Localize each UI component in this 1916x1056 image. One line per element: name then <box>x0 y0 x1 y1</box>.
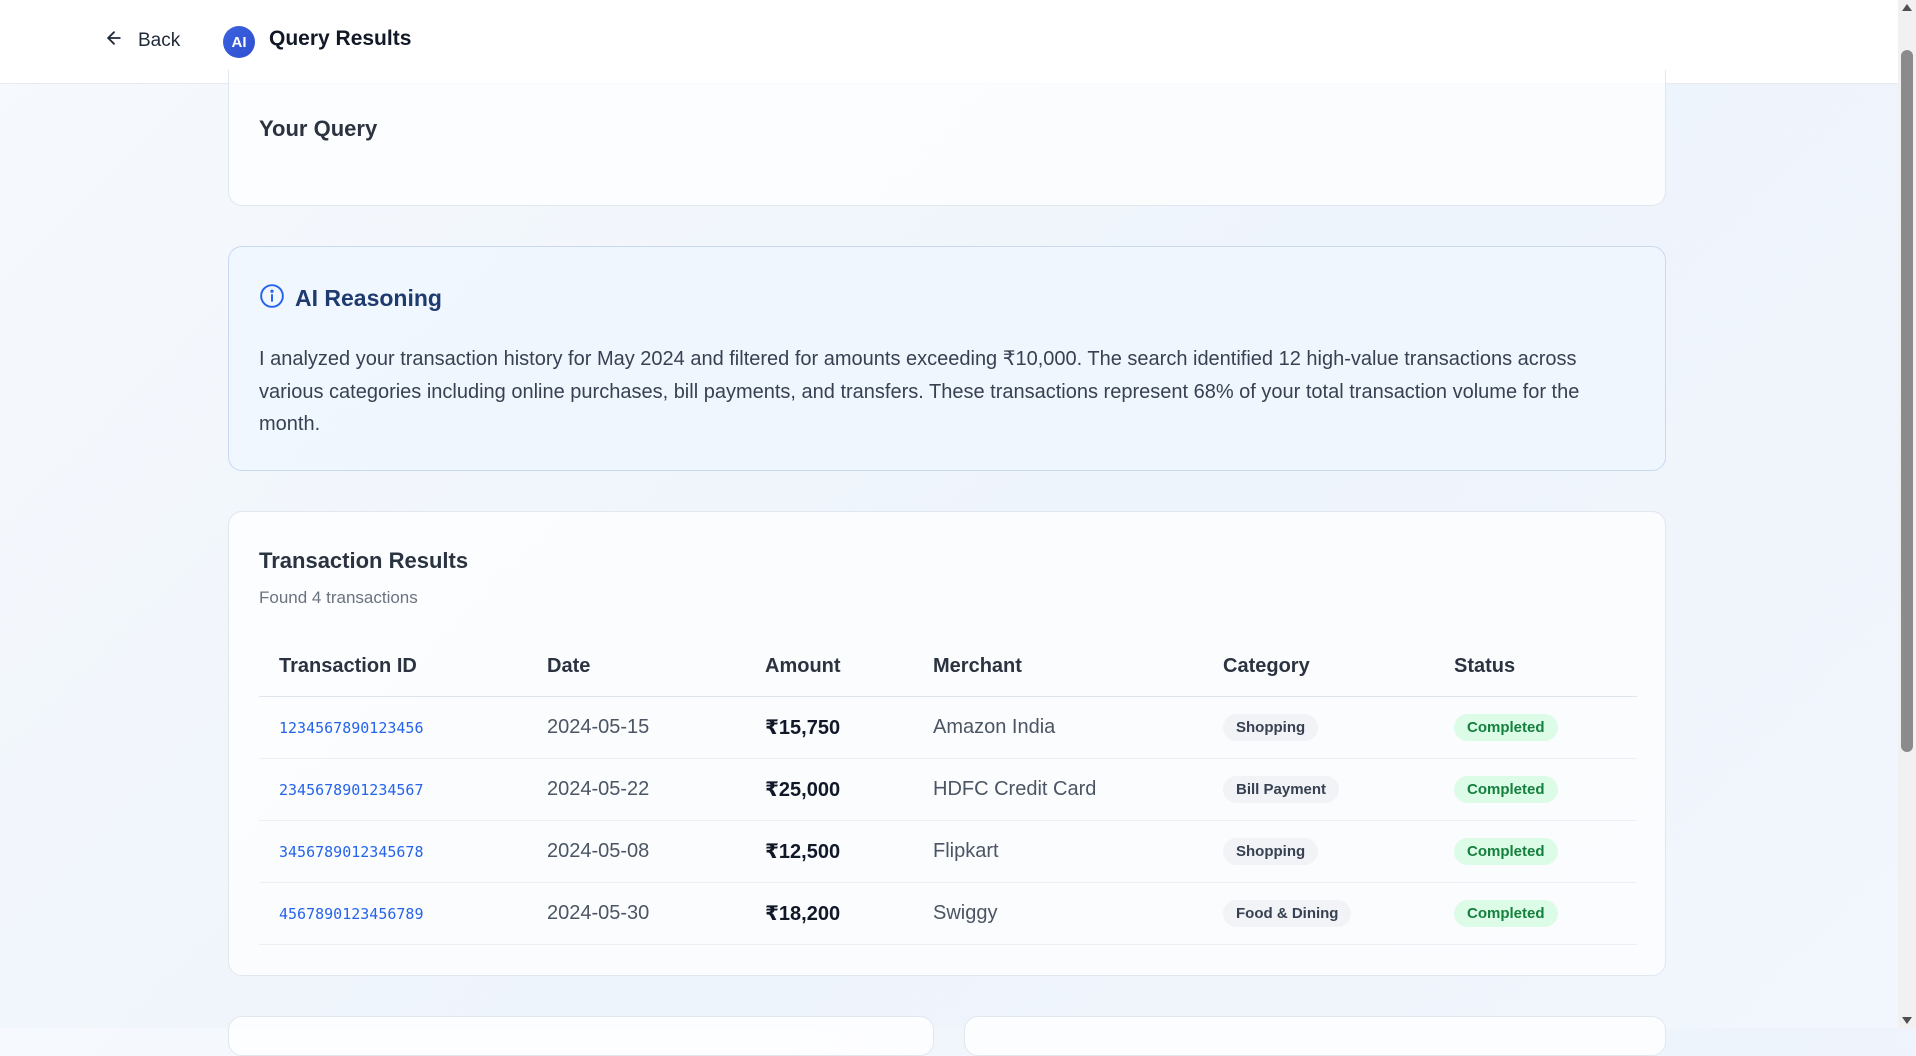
column-header[interactable]: Transaction ID <box>259 636 527 697</box>
transaction-id-link[interactable]: 2345678901234567 <box>259 758 527 821</box>
page-title: Query Results <box>269 27 412 50</box>
status-cell: Completed <box>1434 882 1637 945</box>
table-row[interactable]: 3456789012345678 2024-05-08 ₹12,500 Flip… <box>259 820 1637 883</box>
scroll-up-icon[interactable] <box>1902 4 1912 11</box>
transaction-amount: ₹15,750 <box>745 696 913 759</box>
results-title: Transaction Results <box>259 548 469 573</box>
reasoning-text: I analyzed your transaction history for … <box>259 348 1580 435</box>
column-header[interactable]: Merchant <box>913 636 1203 697</box>
transaction-merchant: Amazon India <box>913 696 1203 759</box>
bottom-card-right <box>964 1016 1666 1056</box>
transaction-amount: ₹12,500 <box>745 820 913 883</box>
scroll-down-icon[interactable] <box>1902 1017 1912 1024</box>
transaction-results-card: Transaction Results Found 4 transactions… <box>228 511 1666 976</box>
category-cell: Shopping <box>1203 696 1434 759</box>
column-header[interactable]: Date <box>527 636 745 697</box>
reasoning-header: AI Reasoning <box>259 283 442 314</box>
column-header[interactable]: Amount <box>745 636 913 697</box>
transaction-date: 2024-05-15 <box>527 696 745 759</box>
table-row[interactable]: 2345678901234567 2024-05-22 ₹25,000 HDFC… <box>259 758 1637 821</box>
transaction-id-link[interactable]: 1234567890123456 <box>259 696 527 759</box>
status-cell: Completed <box>1434 820 1637 883</box>
status-badge: Completed <box>1454 714 1558 741</box>
scroll-thumb[interactable] <box>1901 50 1913 752</box>
query-card: Your Query <box>228 70 1666 206</box>
category-cell: Food & Dining <box>1203 882 1434 945</box>
transaction-date: 2024-05-30 <box>527 882 745 945</box>
query-title: Your Query <box>259 116 378 141</box>
transaction-merchant: Flipkart <box>913 820 1203 883</box>
results-count: Found 4 transactions <box>259 588 418 607</box>
status-cell: Completed <box>1434 696 1637 759</box>
transaction-merchant: Swiggy <box>913 882 1203 945</box>
status-cell: Completed <box>1434 758 1637 821</box>
category-badge: Bill Payment <box>1223 776 1340 803</box>
reasoning-title: AI Reasoning <box>295 285 442 311</box>
table-row[interactable]: 4567890123456789 2024-05-30 ₹18,200 Swig… <box>259 882 1637 945</box>
category-badge: Shopping <box>1223 838 1319 865</box>
status-badge: Completed <box>1454 900 1558 927</box>
category-badge: Shopping <box>1223 714 1319 741</box>
back-button[interactable]: Back <box>104 24 180 58</box>
transaction-id-link[interactable]: 3456789012345678 <box>259 820 527 883</box>
ai-badge: AI <box>223 26 255 58</box>
transaction-date: 2024-05-08 <box>527 820 745 883</box>
column-header[interactable]: Category <box>1203 636 1434 697</box>
transaction-amount: ₹18,200 <box>745 882 913 945</box>
transaction-date: 2024-05-22 <box>527 758 745 821</box>
status-badge: Completed <box>1454 838 1558 865</box>
ai-reasoning-card: AI Reasoning I analyzed your transaction… <box>228 246 1666 471</box>
bottom-card-left <box>228 1016 934 1056</box>
table-row[interactable]: 1234567890123456 2024-05-15 ₹15,750 Amaz… <box>259 696 1637 759</box>
category-cell: Shopping <box>1203 820 1434 883</box>
back-label: Back <box>138 30 181 51</box>
category-badge: Food & Dining <box>1223 900 1352 927</box>
transaction-id-link[interactable]: 4567890123456789 <box>259 882 527 945</box>
info-icon <box>259 283 285 314</box>
status-badge: Completed <box>1454 776 1558 803</box>
transaction-amount: ₹25,000 <box>745 758 913 821</box>
transaction-merchant: HDFC Credit Card <box>913 758 1203 821</box>
transactions-table: Transaction ID Date Amount Merchant Cate… <box>259 636 1637 945</box>
category-cell: Bill Payment <box>1203 758 1434 821</box>
vertical-scrollbar[interactable] <box>1898 0 1916 1028</box>
arrow-left-icon <box>104 28 124 54</box>
column-header[interactable]: Status <box>1434 636 1637 697</box>
table-header-row: Transaction ID Date Amount Merchant Cate… <box>259 636 1637 697</box>
